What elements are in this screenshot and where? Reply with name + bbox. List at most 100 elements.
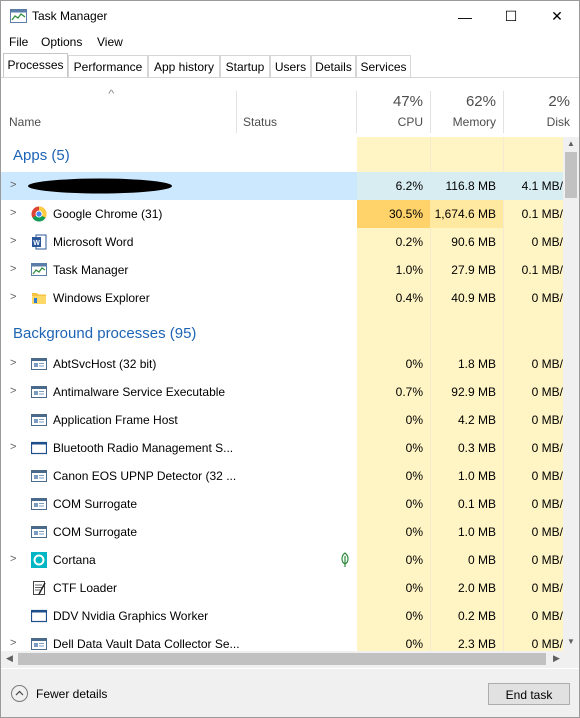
vertical-scrollbar[interactable]: ▲ ▼ (563, 137, 579, 651)
group-title-apps: Apps (5) (13, 147, 70, 164)
cpu-value: 1.0% (395, 263, 423, 277)
cpu-value: 0% (405, 637, 423, 651)
column-header-cpu[interactable]: 47% CPU (357, 78, 430, 133)
table-row[interactable]: > Cortana 0% 0 MB 0 MB/ (1, 546, 563, 574)
memory-value: 0.1 MB (457, 497, 496, 511)
table-row[interactable]: COM Surrogate 0% 1.0 MB 0 MB/ (1, 518, 563, 546)
scroll-up-icon[interactable]: ▲ (563, 139, 579, 148)
expand-chevron-icon[interactable]: > (10, 291, 16, 303)
memory-value: 92.9 MB (451, 385, 496, 399)
table-row[interactable]: DDV Nvidia Graphics Worker 0% 0.2 MB 0 M… (1, 602, 563, 630)
expand-chevron-icon[interactable]: > (10, 263, 16, 275)
tab-details[interactable]: Details (311, 55, 356, 77)
cpu-value: 0% (405, 469, 423, 483)
fewer-details-link[interactable]: Fewer details (36, 687, 107, 701)
column-header-name[interactable]: ^ Name (1, 78, 236, 133)
column-header-status[interactable]: Status (237, 78, 356, 133)
group-header-apps: Apps (5) (1, 137, 563, 165)
cpu-value: 30.5% (388, 207, 423, 221)
svg-text:W: W (33, 240, 40, 247)
disk-value: 4.1 MB/ (521, 179, 563, 193)
horizontal-scroll-thumb[interactable] (18, 653, 546, 665)
tab-processes[interactable]: Processes (3, 53, 68, 77)
window-title: Task Manager (32, 9, 108, 23)
service-icon (31, 358, 47, 370)
process-name: CTF Loader (53, 581, 118, 595)
memory-value: 90.6 MB (451, 235, 496, 249)
disk-value: 0 MB/ (531, 357, 563, 371)
table-row[interactable]: > W Microsoft Word 0.2% 90.6 MB 0 MB/ (1, 228, 563, 256)
table-row[interactable]: CTF Loader 0% 2.0 MB 0 MB/ (1, 574, 563, 602)
horizontal-scrollbar[interactable]: ◀ ▶ (1, 651, 579, 668)
menu-view[interactable]: View (97, 35, 123, 49)
vertical-scroll-thumb[interactable] (565, 152, 577, 198)
table-row[interactable]: Canon EOS UPNP Detector (32 ... 0% 1.0 M… (1, 462, 563, 490)
service-icon (31, 638, 47, 650)
table-row[interactable]: > AbtSvcHost (32 bit) 0% 1.8 MB 0 MB/ (1, 350, 563, 378)
table-row[interactable]: > Windows Explorer 0.4% 40.9 MB 0 MB/ (1, 284, 563, 312)
expand-chevron-icon[interactable]: > (10, 357, 16, 369)
process-name: Task Manager (53, 263, 129, 277)
table-row[interactable]: COM Surrogate 0% 0.1 MB 0 MB/ (1, 490, 563, 518)
menu-options[interactable]: Options (41, 35, 82, 49)
close-button[interactable]: ✕ (534, 1, 580, 32)
footer-bar: Fewer details End task (1, 669, 579, 717)
table-row[interactable]: > 6.2% 116.8 MB 4.1 MB/ (1, 172, 563, 200)
table-row[interactable]: Application Frame Host 0% 4.2 MB 0 MB/ (1, 406, 563, 434)
disk-value: 0 MB/ (531, 291, 563, 305)
tab-performance[interactable]: Performance (68, 55, 148, 77)
ctf-loader-icon (33, 581, 46, 595)
cpu-value: 0.7% (395, 385, 423, 399)
disk-total-percent: 2% (548, 93, 570, 110)
expand-chevron-icon[interactable]: > (10, 235, 16, 247)
menu-file[interactable]: File (9, 35, 28, 49)
minimize-button[interactable]: — (442, 1, 488, 32)
process-name: COM Surrogate (53, 525, 138, 539)
scroll-left-icon[interactable]: ◀ (6, 653, 13, 664)
process-name: Canon EOS UPNP Detector (32 ... (53, 469, 237, 483)
maximize-button[interactable]: ☐ (488, 1, 534, 32)
fewer-details-icon[interactable] (11, 685, 28, 702)
cpu-value: 0.4% (395, 291, 423, 305)
column-header-disk[interactable]: 2% Disk (504, 78, 570, 133)
process-name: Bluetooth Radio Management S... (53, 441, 234, 455)
tab-app-history[interactable]: App history (148, 55, 220, 77)
tab-users[interactable]: Users (270, 55, 311, 77)
scroll-down-icon[interactable]: ▼ (563, 637, 579, 646)
disk-value: 0 MB/ (531, 581, 563, 595)
cpu-value: 0% (405, 581, 423, 595)
column-cpu-label: CPU (397, 115, 423, 129)
memory-value: 0.2 MB (457, 609, 496, 623)
cpu-value: 0% (405, 413, 423, 427)
expand-chevron-icon[interactable]: > (10, 207, 16, 219)
table-row[interactable]: > Dell Data Vault Data Collector Se... 0… (1, 630, 563, 651)
expand-chevron-icon[interactable]: > (10, 637, 16, 649)
expand-chevron-icon[interactable]: > (10, 441, 16, 453)
tab-services[interactable]: Services (356, 55, 411, 77)
folder-icon (32, 293, 46, 304)
memory-value: 0 MB (467, 553, 496, 567)
memory-value: 27.9 MB (451, 263, 496, 277)
memory-value: 4.2 MB (457, 413, 496, 427)
disk-value: 0 MB/ (531, 525, 563, 539)
end-task-button[interactable]: End task (488, 683, 570, 705)
table-row[interactable]: > Bluetooth Radio Management S... 0% 0.3… (1, 434, 563, 462)
memory-value: 1.0 MB (457, 525, 496, 539)
table-row[interactable]: > Task Manager 1.0% 27.9 MB 0.1 MB/ (1, 256, 563, 284)
table-row[interactable]: > Antimalware Service Executable 0.7% 92… (1, 378, 563, 406)
expand-chevron-icon[interactable]: > (10, 179, 16, 191)
service-icon (31, 498, 47, 510)
expand-chevron-icon[interactable]: > (10, 385, 16, 397)
process-name: COM Surrogate (53, 497, 138, 511)
scroll-right-icon[interactable]: ▶ (553, 653, 560, 664)
close-icon: ✕ (551, 8, 563, 24)
group-title-background: Background processes (95) (13, 325, 197, 342)
cpu-value: 0% (405, 525, 423, 539)
disk-value: 0 MB/ (531, 497, 563, 511)
tab-startup[interactable]: Startup (220, 55, 270, 77)
expand-chevron-icon[interactable]: > (10, 553, 16, 565)
column-header-memory[interactable]: 62% Memory (431, 78, 504, 133)
process-name: Dell Data Vault Data Collector Se... (53, 637, 240, 651)
service-icon (31, 526, 47, 538)
table-row[interactable]: > Google Chrome (31) 30.5% 1,674.6 MB 0.… (1, 200, 563, 228)
